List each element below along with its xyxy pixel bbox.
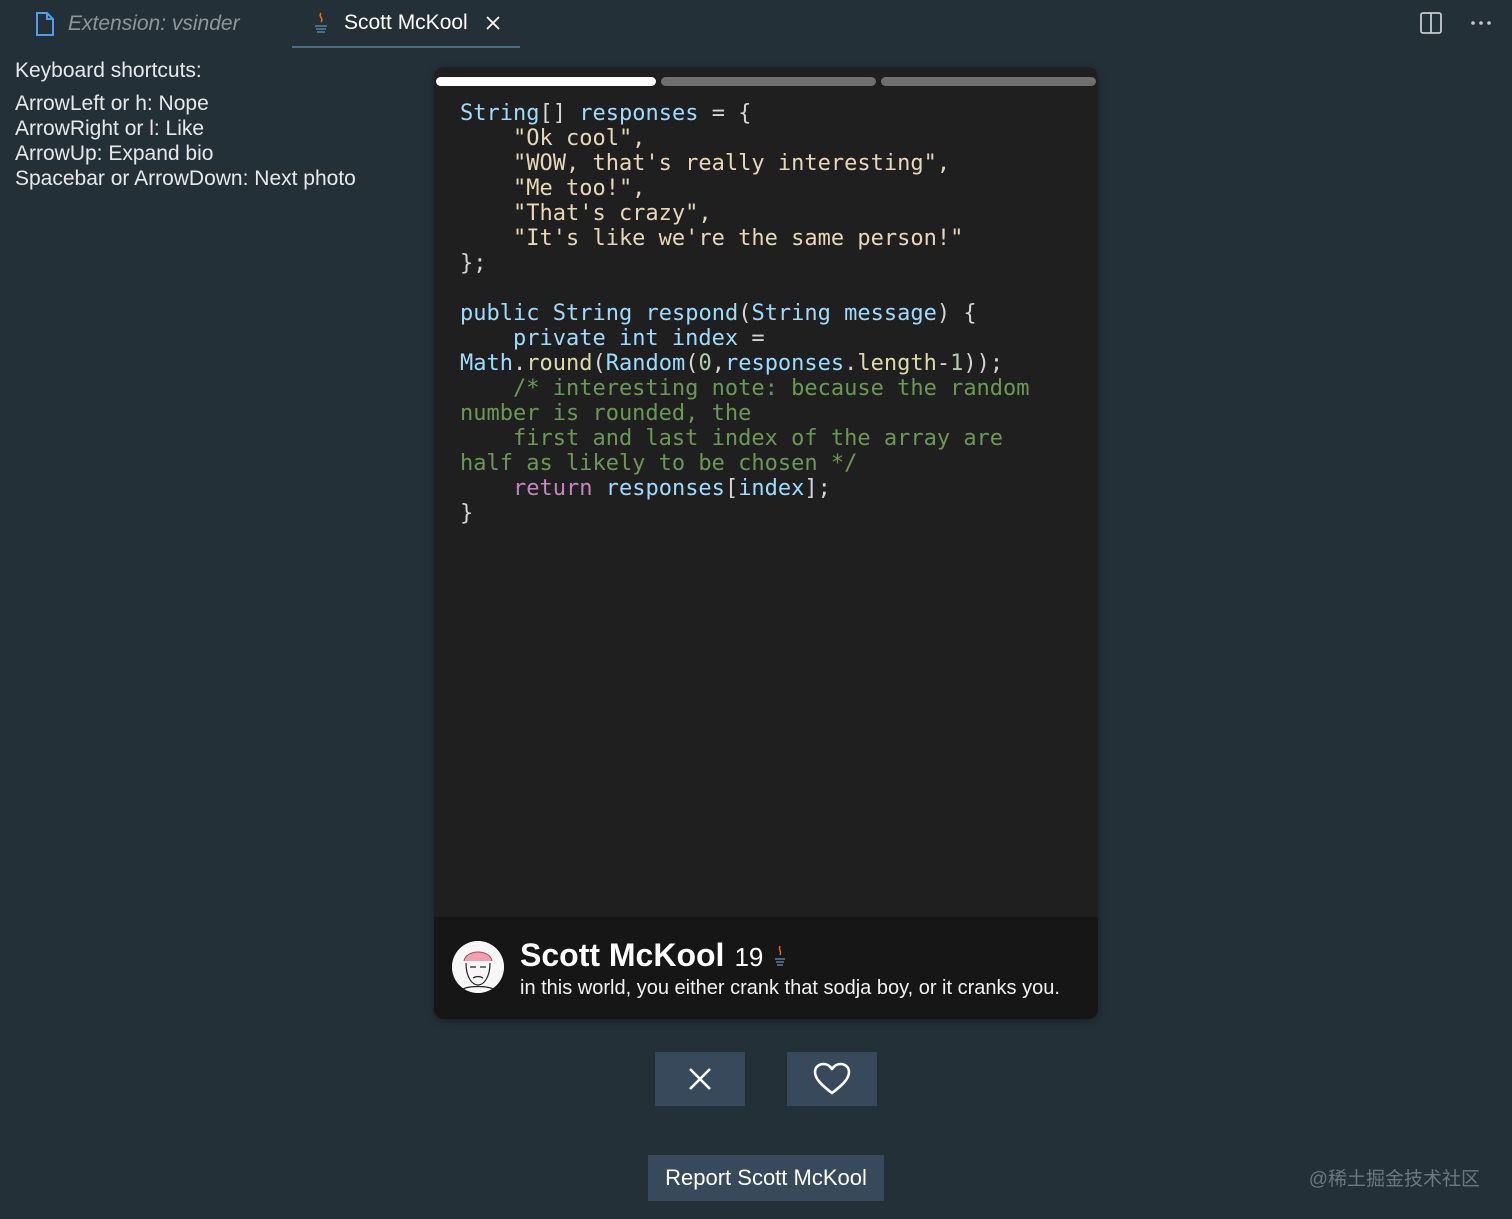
tab-bar: Extension: vsinder Scott McKool [0,0,1512,48]
code-photo: String[] responses = { "Ok cool", "WOW, … [460,101,1080,526]
code-line: Math.round(Random(0,responses.length-1))… [460,351,1004,376]
shortcut-item: ArrowUp: Expand bio [15,142,214,165]
photo-progress-segment[interactable] [436,77,656,86]
keyboard-shortcuts: Keyboard shortcuts: ArrowLeft or h: Nope… [15,58,356,191]
nope-button[interactable] [655,1052,745,1106]
report-button[interactable]: Report Scott McKool [648,1155,884,1201]
shortcut-item: Spacebar or ArrowDown: Next photo [15,167,356,190]
code-line: half as likely to be chosen */ [460,451,858,476]
code-line: return responses[index]; [512,476,831,501]
code-line: } [460,501,474,526]
code-line: "Ok cool", [460,126,646,151]
profile-info[interactable]: Scott McKool 19 in this world, you eithe… [434,917,1098,1019]
code-line: first and last index of the array are [460,426,1004,451]
close-icon [689,1068,711,1090]
shortcut-item: ArrowRight or l: Like [15,117,205,140]
profile-bio: in this world, you either crank that sod… [520,977,1060,999]
code-line: }; [460,251,487,276]
editor-toolbar [1418,10,1494,36]
shortcut-item: ArrowLeft or h: Nope [15,92,209,115]
java-icon [315,12,327,33]
tab-extension-vsinder[interactable]: Extension: vsinder [34,0,240,48]
photo-progress-segment[interactable] [661,77,876,86]
avatar [452,941,504,993]
profile-name: Scott McKool [520,937,725,973]
photo-progress-segment[interactable] [881,77,1096,86]
java-icon [775,945,786,966]
tab-scott-mckool[interactable]: Scott McKool [292,0,520,48]
profile-age: 19 [734,942,764,972]
photo-progress [436,77,1096,87]
code-line: String[] responses = { [460,101,752,126]
watermark: @稀土掘金技术社区 [1308,1169,1480,1190]
shortcuts-title: Keyboard shortcuts: [15,59,202,82]
profile-card[interactable]: String[] responses = { "Ok cool", "WOW, … [434,67,1098,1019]
profile-name-row: Scott McKool 19 [520,937,787,974]
meme-face-icon [452,941,504,993]
code-line: /* interesting note: because the random [460,376,1030,401]
code-line: "Me too!", [460,176,646,201]
code-line: "It's like we're the same person!" [460,226,964,251]
code-line: "That's crazy", [460,201,712,226]
close-icon[interactable] [484,14,502,32]
heart-icon [813,1062,851,1095]
code-line: public String respond(String message) { [460,301,977,326]
like-button[interactable] [787,1052,877,1106]
tab-active-label: Scott McKool [344,11,468,34]
split-editor-icon[interactable] [1418,10,1444,36]
code-line: number is rounded, the [460,401,752,426]
code-line: "WOW, that's really interesting", [460,151,951,176]
tab-extension-label: Extension: vsinder [68,12,240,35]
file-icon [36,12,54,36]
code-line: private int index = [512,326,765,351]
more-actions-icon[interactable] [1468,10,1494,36]
